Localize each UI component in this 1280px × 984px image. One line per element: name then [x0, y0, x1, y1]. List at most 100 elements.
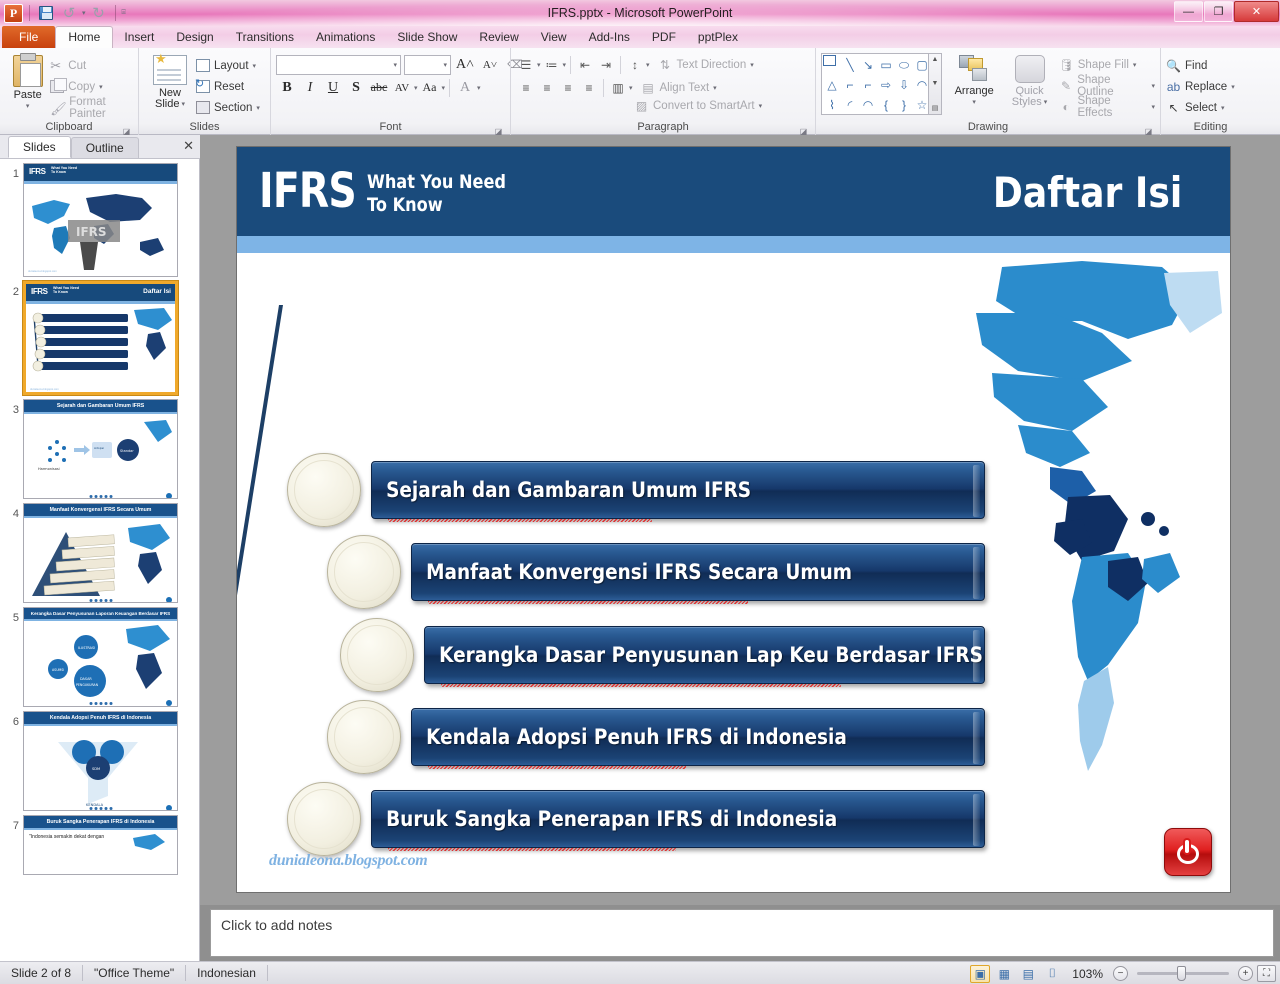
layout-dropdown-icon[interactable]: ▾ — [253, 62, 257, 70]
fit-slide-to-window-icon[interactable]: ⛶ — [1257, 965, 1276, 982]
paragraph-dialog-launcher[interactable]: ◪ — [799, 125, 808, 136]
save-icon[interactable] — [36, 3, 56, 23]
toc-item-3[interactable]: Kerangka Dasar Penyusunan Lap Keu Berdas… — [340, 618, 1040, 692]
tab-review[interactable]: Review — [468, 27, 529, 48]
font-color-button[interactable]: A — [454, 77, 476, 98]
shape-arc-icon[interactable]: ◠ — [859, 95, 877, 115]
language-indicator[interactable]: Indonesian — [186, 965, 268, 981]
zoom-level[interactable]: 103% — [1066, 967, 1109, 981]
toc-item-bar[interactable]: Kerangka Dasar Penyusunan Lap Keu Berdas… — [424, 626, 985, 687]
slide-thumbnail-5[interactable]: Kerangka Dasar Penyusunan Laporan Keuang… — [23, 607, 178, 707]
font-color-dropdown-icon[interactable]: ▾ — [477, 84, 481, 92]
thumbnail-row[interactable]: 5 Kerangka Dasar Penyusunan Laporan Keua… — [0, 603, 199, 707]
shape-fill-dropdown-icon[interactable]: ▾ — [1133, 61, 1137, 69]
quick-styles-button[interactable]: Quick Styles ▾ — [1006, 53, 1052, 108]
thumbnail-row[interactable]: 6 Kendala Adopsi Penuh IFRS di Indonesia… — [0, 707, 199, 811]
tab-add-ins[interactable]: Add-Ins — [578, 27, 641, 48]
replace-dropdown-icon[interactable]: ▾ — [1231, 83, 1235, 91]
section-button[interactable]: Section ▾ — [196, 97, 260, 118]
tab-slides[interactable]: Slides — [8, 136, 71, 158]
toc-item-2[interactable]: Manfaat Konvergensi IFRS Secara Umum — [327, 535, 1027, 609]
toc-item-bullet-circle[interactable] — [327, 535, 401, 609]
tab-design[interactable]: Design — [165, 27, 224, 48]
close-button[interactable]: ✕ — [1234, 1, 1279, 22]
redo-icon[interactable]: ↻ — [89, 3, 109, 23]
slide-canvas[interactable]: Sejarah dan Gambaran Umum IFRS Manfaat K… — [237, 253, 1230, 892]
arrange-button[interactable]: Arrange ▾ — [948, 53, 1000, 108]
decrease-indent-icon[interactable]: ⇤ — [575, 55, 595, 75]
toc-item-4[interactable]: Kendala Adopsi Penuh IFRS di Indonesia — [327, 700, 1027, 774]
notes-placeholder[interactable]: Click to add notes — [210, 909, 1274, 957]
character-spacing-button[interactable]: AV — [391, 77, 413, 98]
text-shadow-button[interactable]: S — [345, 77, 367, 98]
shape-effects-button[interactable]: ◐ Shape Effects ▾ — [1059, 95, 1155, 119]
bullets-dropdown-icon[interactable]: ▾ — [537, 61, 541, 69]
columns-icon[interactable]: ▥ — [608, 78, 628, 98]
underline-button[interactable]: U — [322, 77, 344, 98]
undo-icon[interactable]: ↺ — [59, 3, 79, 23]
drawing-dialog-launcher[interactable]: ◪ — [1144, 125, 1153, 136]
maximize-button[interactable]: ❐ — [1204, 1, 1233, 22]
section-dropdown-icon[interactable]: ▾ — [256, 104, 260, 112]
columns-dropdown-icon[interactable]: ▾ — [629, 84, 633, 92]
font-name-input[interactable]: ▾ — [276, 54, 401, 75]
numbering-icon[interactable]: ≔ — [542, 55, 562, 75]
shape-scribble-icon[interactable]: ⌇ — [823, 95, 841, 115]
character-spacing-dropdown-icon[interactable]: ▾ — [414, 84, 418, 92]
shape-left-brace-icon[interactable]: { — [877, 95, 895, 115]
slide-thumbnail-7[interactable]: Buruk Sangka Penerapan IFRS di Indonesia… — [23, 815, 178, 875]
slide-show-view-icon[interactable]: ⌷ — [1042, 965, 1062, 983]
zoom-slider[interactable] — [1137, 966, 1229, 981]
shape-triangle-icon[interactable]: △ — [823, 75, 841, 95]
zoom-slider-knob[interactable] — [1177, 966, 1186, 981]
find-button[interactable]: 🔍 Find — [1166, 55, 1235, 76]
decrease-font-size-icon[interactable]: A˅ — [479, 54, 501, 75]
justify-icon[interactable]: ≡ — [579, 78, 599, 98]
thumbnail-row[interactable]: 7 Buruk Sangka Penerapan IFRS di Indones… — [0, 811, 199, 875]
toc-item-bullet-circle[interactable] — [327, 700, 401, 774]
shapes-gallery[interactable]: ╲ ↘ ▭ ⬭ ▢ △ ⌐ ⌐ ⇨ ⇩ ◠ ⌇ ◜ ◠ {} ☆ — [821, 53, 929, 115]
thumbnail-row[interactable]: 2 IFRS What You NeedTo Know Daftar Isi — [0, 277, 199, 395]
numbering-dropdown-icon[interactable]: ▾ — [563, 61, 567, 69]
paste-dropdown-icon[interactable]: ▾ — [26, 101, 30, 112]
shape-arrow-icon[interactable]: ↘ — [859, 55, 877, 75]
shape-elbow-connector-icon[interactable]: ⌐ — [841, 75, 859, 95]
align-left-icon[interactable]: ≡ — [516, 78, 536, 98]
shapes-scroll-down-icon[interactable]: ▼ — [932, 80, 939, 87]
select-button[interactable]: ↖ Select ▾ — [1166, 97, 1235, 118]
copy-button[interactable]: Copy ▾ — [50, 76, 133, 97]
reset-button[interactable]: Reset — [195, 76, 260, 97]
new-slide-dropdown-icon[interactable]: ▾ — [181, 99, 185, 110]
font-size-input[interactable]: ▾ — [404, 54, 451, 75]
tab-pptplex[interactable]: pptPlex — [687, 27, 749, 48]
tab-file[interactable]: File — [2, 26, 56, 48]
text-direction-dropdown-icon[interactable]: ▾ — [750, 61, 754, 69]
align-center-icon[interactable]: ≡ — [537, 78, 557, 98]
tab-outline[interactable]: Outline — [70, 137, 139, 158]
toc-item-bar[interactable]: Kendala Adopsi Penuh IFRS di Indonesia — [411, 708, 985, 769]
format-painter-button[interactable]: 🖌 Format Painter — [50, 96, 133, 120]
increase-indent-icon[interactable]: ⇥ — [596, 55, 616, 75]
shapes-scroll-up-icon[interactable]: ▲ — [932, 56, 939, 63]
paste-button[interactable]: Paste ▾ — [5, 53, 50, 112]
slide-sorter-view-icon[interactable]: ▦ — [994, 965, 1014, 983]
current-slide[interactable]: IFRS What You Need To Know Daftar Isi Se… — [237, 147, 1230, 892]
layout-button[interactable]: Layout ▾ — [196, 55, 260, 76]
arrange-dropdown-icon[interactable]: ▾ — [972, 97, 976, 108]
toc-item-bullet-circle[interactable] — [340, 618, 414, 692]
replace-button[interactable]: ab Replace ▾ — [1166, 76, 1235, 97]
copy-dropdown-icon[interactable]: ▾ — [99, 83, 103, 91]
toc-item-bullet-circle[interactable] — [287, 782, 361, 856]
reading-view-icon[interactable]: ▤ — [1018, 965, 1038, 983]
slide-thumbnail-6[interactable]: Kendala Adopsi Penuh IFRS di Indonesia S… — [23, 711, 178, 811]
toc-item-1[interactable]: Sejarah dan Gambaran Umum IFRS — [287, 453, 987, 527]
shape-effects-dropdown-icon[interactable]: ▾ — [1151, 103, 1155, 111]
align-right-icon[interactable]: ≡ — [558, 78, 578, 98]
line-spacing-dropdown-icon[interactable]: ▾ — [646, 61, 650, 69]
align-text-dropdown-icon[interactable]: ▾ — [713, 84, 717, 92]
normal-view-icon[interactable]: ▣ — [970, 964, 991, 983]
toc-item-5[interactable]: Buruk Sangka Penerapan IFRS di Indonesia — [287, 782, 987, 856]
power-button-icon[interactable] — [1164, 828, 1212, 876]
italic-button[interactable]: I — [299, 77, 321, 98]
tab-view[interactable]: View — [530, 27, 578, 48]
